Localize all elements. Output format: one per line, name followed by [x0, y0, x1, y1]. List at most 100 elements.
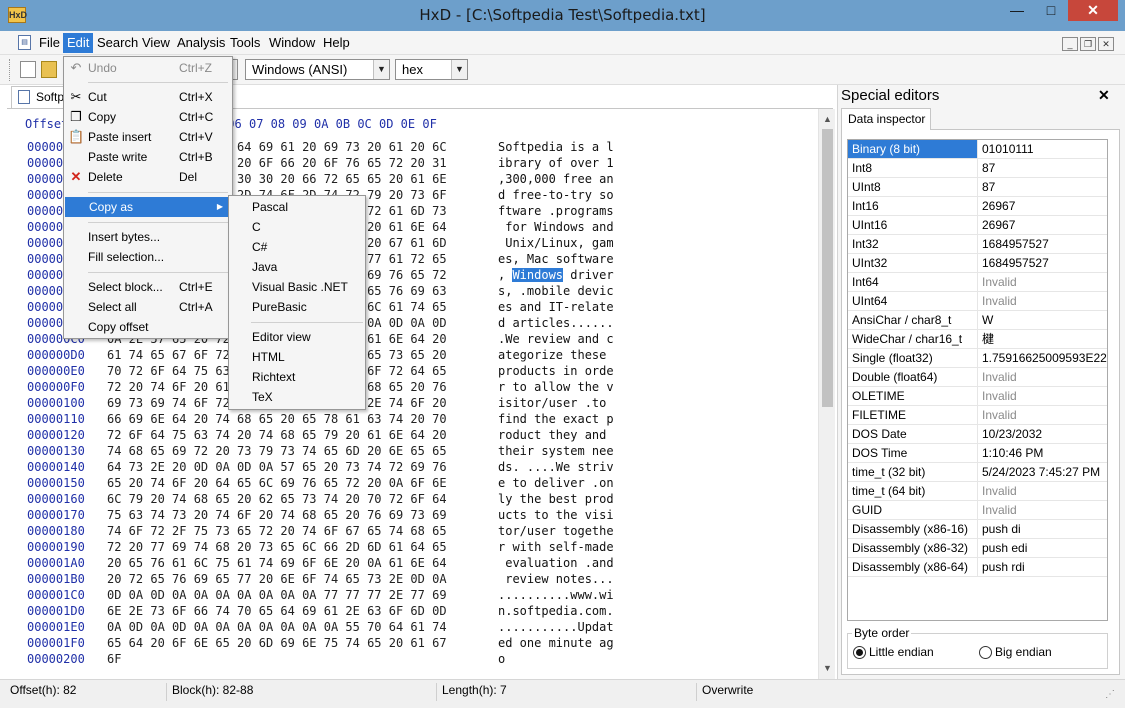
inspector-row[interactable]: GUID Invalid [848, 501, 1107, 520]
hex-bytes-row[interactable]: 20 65 76 61 6C 75 61 74 69 6F 6E 20 0A 6… [107, 556, 447, 570]
inspector-row[interactable]: time_t (32 bit) 5/24/2023 7:45:27 PM [848, 463, 1107, 482]
inspector-row[interactable]: Double (float64) Invalid [848, 368, 1107, 387]
text-row[interactable]: s, .mobile devic [498, 284, 614, 298]
inspector-row[interactable]: time_t (64 bit) Invalid [848, 482, 1107, 501]
text-row[interactable]: ..........www.wi [498, 588, 614, 602]
hex-bytes-row[interactable]: 65 20 74 6F 20 64 65 6C 69 76 65 72 20 0… [107, 476, 447, 490]
inspector-row[interactable]: OLETIME Invalid [848, 387, 1107, 406]
menuitem-select-all[interactable]: Select all Ctrl+A [64, 297, 232, 317]
menuitem-insert-bytes[interactable]: Insert bytes... [64, 227, 232, 247]
text-row[interactable]: roduct they and [498, 428, 614, 442]
copyas-tex[interactable]: TeX [252, 387, 273, 407]
hex-scrollbar[interactable]: ▲ ▼ [818, 109, 835, 679]
app-icon[interactable]: HxD [8, 7, 27, 23]
document-icon[interactable]: ▤ [18, 35, 31, 50]
hex-bytes-row[interactable]: 20 72 65 76 69 65 77 20 6E 6F 74 65 73 2… [107, 572, 447, 586]
little-endian-radio[interactable] [853, 646, 866, 659]
big-endian-label[interactable]: Big endian [995, 645, 1052, 659]
text-row[interactable]: products in orde [498, 364, 614, 378]
text-row[interactable]: n.softpedia.com. [498, 604, 614, 618]
inspector-row[interactable]: DOS Date 10/23/2032 [848, 425, 1107, 444]
text-row[interactable]: ategorize these [498, 348, 614, 362]
open-folder-icon[interactable] [41, 61, 57, 78]
close-icon[interactable]: ✕ [1098, 87, 1110, 104]
close-button[interactable]: ✕ [1068, 0, 1118, 21]
tab-document[interactable]: Softpedia.txt [11, 86, 71, 108]
inspector-row[interactable]: UInt8 87 [848, 178, 1107, 197]
inspector-row[interactable]: UInt32 1684957527 [848, 254, 1107, 273]
text-row[interactable]: for Windows and [498, 220, 613, 234]
copyas-csharp[interactable]: C# [252, 237, 267, 257]
menuitem-paste-insert[interactable]: 📋 Paste insert Ctrl+V [64, 127, 232, 147]
scroll-down-icon[interactable]: ▼ [819, 660, 836, 677]
maximize-button[interactable]: □ [1034, 0, 1068, 21]
hex-bytes-row[interactable]: 75 63 74 73 20 74 6F 20 74 68 65 20 76 6… [107, 508, 447, 522]
text-row[interactable]: r to allow the v [498, 380, 614, 394]
text-row[interactable]: review notes... [498, 572, 613, 586]
inspector-row[interactable]: Disassembly (x86-16) push di [848, 520, 1107, 539]
text-row[interactable]: ed one minute ag [498, 636, 614, 650]
copyas-html[interactable]: HTML [252, 347, 285, 367]
hex-bytes-row[interactable]: 0A 0D 0A 0D 0A 0A 0A 0A 0A 0A 0A 55 70 6… [107, 620, 447, 634]
inspector-row[interactable]: Binary (8 bit) 01010111 [848, 140, 1107, 159]
text-row[interactable]: Softpedia is a l [498, 140, 614, 154]
menu-analysis[interactable]: Analysis [173, 33, 229, 53]
hex-bytes-row[interactable]: 72 20 77 69 74 68 20 73 65 6C 66 2D 6D 6… [107, 540, 447, 554]
text-row[interactable]: ds. ....We striv [498, 460, 614, 474]
menu-search[interactable]: Search [93, 33, 142, 53]
text-row[interactable]: d free-to-try so [498, 188, 614, 202]
hex-bytes-row[interactable]: 74 68 65 69 72 20 73 79 73 74 65 6D 20 6… [107, 444, 447, 458]
little-endian-label[interactable]: Little endian [869, 645, 934, 659]
hex-bytes-row[interactable]: 64 73 2E 20 0D 0A 0D 0A 57 65 20 73 74 7… [107, 460, 447, 474]
encoding-select[interactable]: Windows (ANSI) ▼ [245, 59, 390, 80]
menu-help[interactable]: Help [319, 33, 354, 53]
text-row[interactable]: evaluation .and [498, 556, 613, 570]
view-mode-select[interactable]: hex ▼ [395, 59, 468, 80]
menuitem-copy[interactable]: ❐ Copy Ctrl+C [64, 107, 232, 127]
inspector-row[interactable]: AnsiChar / char8_t W [848, 311, 1107, 330]
inspector-row[interactable]: Int32 1684957527 [848, 235, 1107, 254]
mdi-restore-icon[interactable]: ❐ [1080, 37, 1096, 51]
menu-window[interactable]: Window [265, 33, 319, 53]
menuitem-fill-selection[interactable]: Fill selection... [64, 247, 232, 267]
inspector-row[interactable]: Single (float32) 1.75916625009593E22 [848, 349, 1107, 368]
text-row[interactable]: es and IT-relate [498, 300, 614, 314]
big-endian-radio[interactable] [979, 646, 992, 659]
menu-file[interactable]: File [35, 33, 64, 53]
text-row[interactable]: .We review and c [498, 332, 614, 346]
text-row[interactable]: o [498, 652, 505, 666]
inspector-row[interactable]: Int64 Invalid [848, 273, 1107, 292]
inspector-row[interactable]: Int8 87 [848, 159, 1107, 178]
mdi-minimize-icon[interactable]: _ [1062, 37, 1078, 51]
hex-bytes-row[interactable]: 74 6F 72 2F 75 73 65 72 20 74 6F 67 65 7… [107, 524, 447, 538]
text-row[interactable]: ibrary of over 1 [498, 156, 614, 170]
toolbar-grip[interactable] [9, 59, 11, 81]
resize-grip-icon[interactable]: ⋰ [1105, 689, 1115, 700]
menuitem-cut[interactable]: ✂ Cut Ctrl+X [64, 87, 232, 107]
chevron-down-icon[interactable]: ▼ [373, 60, 389, 79]
chevron-down-icon[interactable]: ▼ [451, 60, 467, 79]
tab-data-inspector[interactable]: Data inspector [841, 108, 931, 130]
hex-bytes-row[interactable]: 66 69 6E 64 20 74 68 65 20 65 78 61 63 7… [107, 412, 447, 426]
inspector-row[interactable]: Disassembly (x86-32) push edi [848, 539, 1107, 558]
menu-tools[interactable]: Tools [226, 33, 264, 53]
menuitem-paste-write[interactable]: Paste write Ctrl+B [64, 147, 232, 167]
hex-bytes-row[interactable]: 65 64 20 6F 6E 65 20 6D 69 6E 75 74 65 2… [107, 636, 447, 650]
text-row[interactable]: ftware .programs [498, 204, 614, 218]
text-row[interactable]: their system nee [498, 444, 614, 458]
scroll-thumb[interactable] [822, 129, 833, 407]
inspector-row[interactable]: FILETIME Invalid [848, 406, 1107, 425]
menuitem-select-block[interactable]: Select block... Ctrl+E [64, 277, 232, 297]
inspector-row[interactable]: UInt16 26967 [848, 216, 1107, 235]
hex-bytes-row[interactable]: 6C 79 20 74 68 65 20 62 65 73 74 20 70 7… [107, 492, 447, 506]
text-row[interactable]: find the exact p [498, 412, 614, 426]
copyas-c[interactable]: C [252, 217, 261, 237]
menuitem-delete[interactable]: ✕ Delete Del [64, 167, 232, 187]
new-file-icon[interactable] [20, 61, 36, 78]
text-row[interactable]: r with self-made [498, 540, 614, 554]
hex-bytes-row[interactable]: 72 6F 64 75 63 74 20 74 68 65 79 20 61 6… [107, 428, 447, 442]
copyas-purebasic[interactable]: PureBasic [252, 297, 307, 317]
minimize-button[interactable]: — [1000, 0, 1034, 21]
menu-edit[interactable]: Edit [63, 33, 94, 53]
copyas-richtext[interactable]: Richtext [252, 367, 295, 387]
